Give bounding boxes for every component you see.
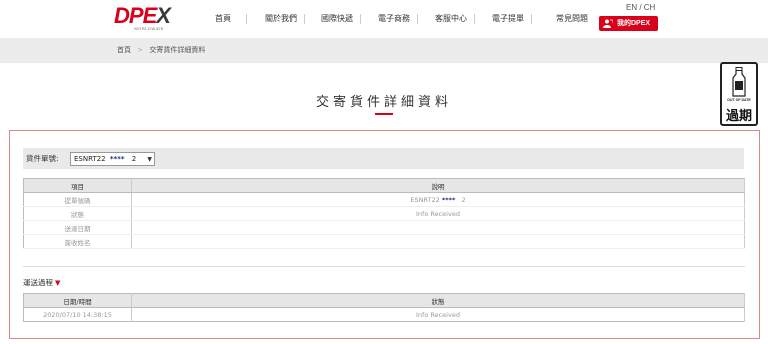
nav-faq[interactable]: 常見問題 (556, 12, 588, 26)
table-header-row: 日期/時間 狀態 (23, 293, 745, 308)
row-label: 送達日期 (23, 220, 132, 235)
nav-home[interactable]: 首頁 (215, 12, 231, 26)
waybill-number-value: ESNRT22 **** 2 (131, 192, 745, 207)
user-icon (603, 19, 613, 28)
breadcrumb-current: 交寄貨件詳細資料 (149, 46, 206, 54)
language-switch[interactable]: EN / CH (626, 3, 655, 12)
nav-divider (246, 14, 247, 24)
shipment-detail-table: 項目 說明 提單號碼 ESNRT22 **** 2 狀態 Info Receiv… (23, 178, 745, 249)
stamp-text: 過期 (725, 109, 752, 124)
row-label: 狀態 (23, 206, 132, 221)
table-row: 狀態 Info Received (23, 206, 745, 221)
row-label: 簽收姓名 (23, 234, 132, 249)
table-row: 2020/07/10 14:38:15 Info Received (23, 307, 745, 322)
page-title: 交寄貨件詳細資料 (315, 95, 452, 110)
caret-down-icon: ▼ (55, 279, 61, 287)
tracking-number-select[interactable]: ESNRT22 **** 2 ▼ (70, 152, 155, 166)
nav-divider (304, 14, 305, 24)
event-datetime: 2020/07/10 14:38:15 (23, 307, 132, 322)
my-dpex-label: 我的DPEX (617, 20, 651, 27)
breadcrumb-home[interactable]: 首頁 (117, 46, 131, 54)
shipping-progress-toggle[interactable]: 運送過程 ▼ (23, 277, 60, 288)
tracking-number-suffix: 2 (131, 155, 137, 163)
nav-about[interactable]: 關於我們 (265, 12, 297, 26)
tracking-number-prefix: ESNRT22 (74, 155, 106, 163)
chevron-down-icon: ▼ (147, 156, 152, 163)
waybill-suffix: 2 (461, 195, 466, 204)
column-header-datetime: 日期/時間 (23, 293, 132, 308)
event-status: Info Received (131, 307, 745, 322)
signee-name-value (131, 234, 745, 249)
shipping-progress-table: 日期/時間 狀態 2020/07/10 14:38:15 Info Receiv… (23, 293, 745, 322)
dpex-logo[interactable]: DPEX WORLDWIDE (114, 3, 171, 33)
tracking-number-label: 貨件單號: (26, 154, 59, 163)
milk-bottle-icon (732, 67, 746, 97)
section-divider (23, 266, 745, 267)
status-value: Info Received (131, 206, 745, 221)
logo-wordmark: DPEX (114, 3, 171, 28)
nav-customer-service[interactable]: 客服中心 (435, 12, 467, 26)
column-header-item: 項目 (23, 178, 132, 193)
column-header-description: 說明 (131, 178, 745, 193)
tracking-number-row: 貨件單號: ESNRT22 **** 2 ▼ (23, 148, 744, 169)
out-of-date-stamp: OUT OF DATE 過期 (720, 62, 758, 126)
nav-ecommerce[interactable]: 電子商務 (378, 12, 410, 26)
nav-e-waybill[interactable]: 電子提單 (492, 12, 524, 26)
my-dpex-button[interactable]: 我的DPEX (599, 16, 658, 31)
nav-divider (417, 14, 418, 24)
nav-divider (474, 14, 475, 24)
site-header: DPEX WORLDWIDE 首頁 關於我們 國際快遞 電子商務 客服中心 電子… (0, 0, 768, 38)
stamp-caption: OUT OF DATE (727, 98, 751, 102)
breadcrumb-separator: > (137, 46, 144, 54)
row-label: 提單號碼 (23, 192, 132, 207)
breadcrumb-bar: 首頁 > 交寄貨件詳細資料 (0, 38, 768, 63)
waybill-prefix: ESNRT22 (410, 195, 440, 204)
tracking-number-mask: **** (109, 155, 125, 163)
title-underline (375, 113, 393, 115)
breadcrumb: 首頁 > 交寄貨件詳細資料 (117, 38, 205, 63)
logo-tagline: WORLDWIDE (134, 26, 164, 31)
table-row: 提單號碼 ESNRT22 **** 2 (23, 192, 745, 207)
waybill-mask: **** (441, 195, 456, 204)
table-row: 送達日期 (23, 220, 745, 235)
nav-international[interactable]: 國際快遞 (321, 12, 353, 26)
delivery-date-value (131, 220, 745, 235)
column-header-status: 狀態 (131, 293, 745, 308)
shipping-progress-label: 運送過程 (23, 278, 53, 287)
nav-divider (531, 14, 532, 24)
shipment-details-panel: 貨件單號: ESNRT22 **** 2 ▼ 項目 說明 提單號碼 ESNRT2… (9, 130, 760, 339)
nav-divider (360, 14, 361, 24)
table-header-row: 項目 說明 (23, 178, 745, 193)
table-row: 簽收姓名 (23, 234, 745, 249)
